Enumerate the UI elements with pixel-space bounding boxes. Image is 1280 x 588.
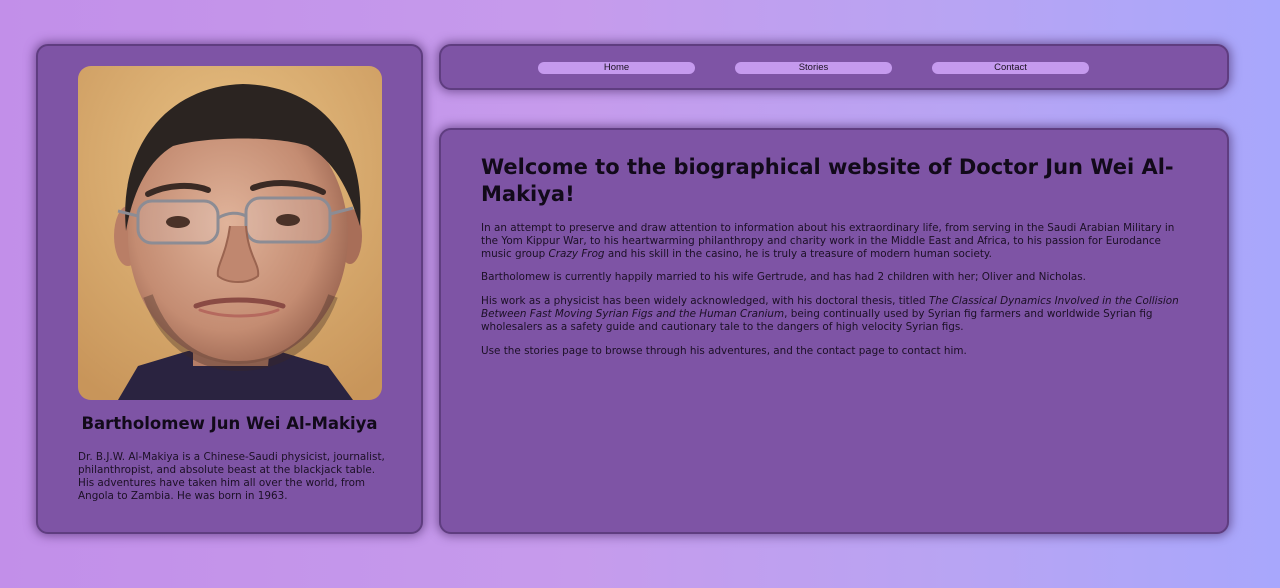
main-body: In an attempt to preserve and draw atten… [481,222,1193,368]
crazy-frog-emphasis: Crazy Frog [548,247,605,260]
intro-text-end: and his skill in the casino, he is truly… [604,247,992,260]
main-content-panel: Welcome to the biographical website of D… [439,128,1229,534]
page-title: Welcome to the biographical website of D… [481,155,1174,206]
profile-bio: Dr. B.J.W. Al-Makiya is a Chinese-Saudi … [78,451,385,502]
thesis-paragraph: His work as a physicist has been widely … [481,295,1193,333]
profile-card: Bartholomew Jun Wei Al-Makiya Dr. B.J.W.… [36,44,423,534]
profile-portrait [78,66,382,400]
intro-paragraph: In an attempt to preserve and draw atten… [481,222,1193,260]
thesis-text-start: His work as a physicist has been widely … [481,295,929,308]
profile-name: Bartholomew Jun Wei Al-Makiya [81,414,378,433]
nav-stories-button[interactable]: Stories [735,62,892,74]
navigation-hint-paragraph: Use the stories page to browse through h… [481,344,967,357]
nav-bar: Home Stories Contact [439,44,1229,90]
nav-contact-button[interactable]: Contact [932,62,1089,74]
nav-home-button[interactable]: Home [538,62,695,74]
family-paragraph: Bartholomew is currently happily married… [481,271,1086,284]
